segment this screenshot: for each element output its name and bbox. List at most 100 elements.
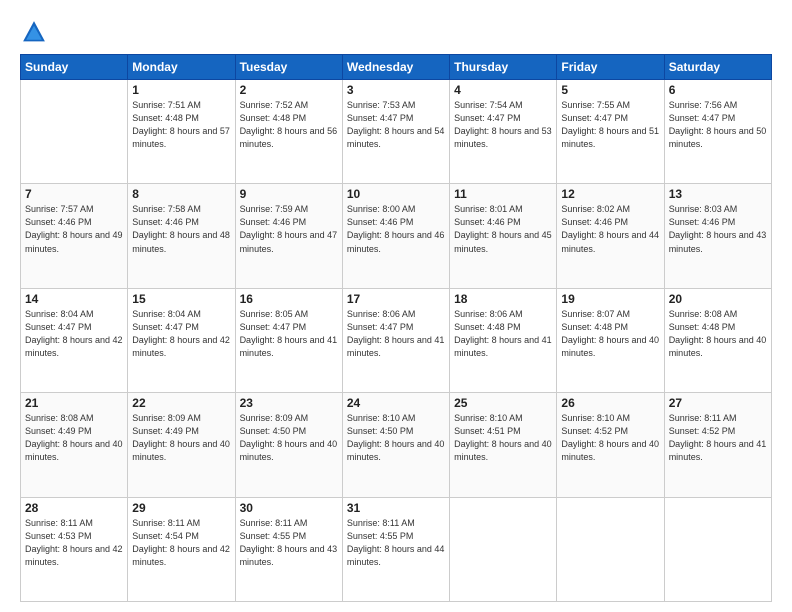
day-number: 9 xyxy=(240,187,338,201)
day-info: Sunrise: 8:09 AMSunset: 4:49 PMDaylight:… xyxy=(132,412,230,464)
day-number: 8 xyxy=(132,187,230,201)
day-cell: 10 Sunrise: 8:00 AMSunset: 4:46 PMDayligh… xyxy=(342,184,449,288)
day-cell: 8 Sunrise: 7:58 AMSunset: 4:46 PMDaylight… xyxy=(128,184,235,288)
day-info: Sunrise: 8:01 AMSunset: 4:46 PMDaylight:… xyxy=(454,203,552,255)
page: SundayMondayTuesdayWednesdayThursdayFrid… xyxy=(0,0,792,612)
day-number: 23 xyxy=(240,396,338,410)
day-number: 26 xyxy=(561,396,659,410)
day-number: 31 xyxy=(347,501,445,515)
day-number: 21 xyxy=(25,396,123,410)
day-number: 28 xyxy=(25,501,123,515)
week-row-1: 1 Sunrise: 7:51 AMSunset: 4:48 PMDaylight… xyxy=(21,80,772,184)
day-info: Sunrise: 7:57 AMSunset: 4:46 PMDaylight:… xyxy=(25,203,123,255)
day-info: Sunrise: 7:51 AMSunset: 4:48 PMDaylight:… xyxy=(132,99,230,151)
col-header-friday: Friday xyxy=(557,55,664,80)
day-info: Sunrise: 8:11 AMSunset: 4:55 PMDaylight:… xyxy=(240,517,338,569)
day-number: 29 xyxy=(132,501,230,515)
day-number: 16 xyxy=(240,292,338,306)
day-number: 12 xyxy=(561,187,659,201)
col-header-wednesday: Wednesday xyxy=(342,55,449,80)
week-row-2: 7 Sunrise: 7:57 AMSunset: 4:46 PMDaylight… xyxy=(21,184,772,288)
day-cell: 11 Sunrise: 8:01 AMSunset: 4:46 PMDayligh… xyxy=(450,184,557,288)
day-number: 6 xyxy=(669,83,767,97)
day-info: Sunrise: 8:02 AMSunset: 4:46 PMDaylight:… xyxy=(561,203,659,255)
day-info: Sunrise: 8:10 AMSunset: 4:50 PMDaylight:… xyxy=(347,412,445,464)
col-header-saturday: Saturday xyxy=(664,55,771,80)
header xyxy=(20,18,772,46)
day-number: 4 xyxy=(454,83,552,97)
day-info: Sunrise: 8:11 AMSunset: 4:52 PMDaylight:… xyxy=(669,412,767,464)
day-info: Sunrise: 8:11 AMSunset: 4:53 PMDaylight:… xyxy=(25,517,123,569)
week-row-4: 21 Sunrise: 8:08 AMSunset: 4:49 PMDayligh… xyxy=(21,393,772,497)
day-info: Sunrise: 8:10 AMSunset: 4:51 PMDaylight:… xyxy=(454,412,552,464)
day-info: Sunrise: 8:04 AMSunset: 4:47 PMDaylight:… xyxy=(132,308,230,360)
day-cell: 25 Sunrise: 8:10 AMSunset: 4:51 PMDayligh… xyxy=(450,393,557,497)
day-cell: 16 Sunrise: 8:05 AMSunset: 4:47 PMDayligh… xyxy=(235,288,342,392)
logo-icon xyxy=(20,18,48,46)
day-cell: 21 Sunrise: 8:08 AMSunset: 4:49 PMDayligh… xyxy=(21,393,128,497)
day-number: 1 xyxy=(132,83,230,97)
day-cell xyxy=(450,497,557,601)
day-info: Sunrise: 8:11 AMSunset: 4:55 PMDaylight:… xyxy=(347,517,445,569)
day-cell: 7 Sunrise: 7:57 AMSunset: 4:46 PMDaylight… xyxy=(21,184,128,288)
day-info: Sunrise: 7:52 AMSunset: 4:48 PMDaylight:… xyxy=(240,99,338,151)
day-cell xyxy=(664,497,771,601)
week-row-5: 28 Sunrise: 8:11 AMSunset: 4:53 PMDayligh… xyxy=(21,497,772,601)
day-info: Sunrise: 8:06 AMSunset: 4:48 PMDaylight:… xyxy=(454,308,552,360)
day-cell: 3 Sunrise: 7:53 AMSunset: 4:47 PMDaylight… xyxy=(342,80,449,184)
day-info: Sunrise: 8:08 AMSunset: 4:49 PMDaylight:… xyxy=(25,412,123,464)
day-cell: 29 Sunrise: 8:11 AMSunset: 4:54 PMDayligh… xyxy=(128,497,235,601)
day-number: 17 xyxy=(347,292,445,306)
day-cell: 30 Sunrise: 8:11 AMSunset: 4:55 PMDayligh… xyxy=(235,497,342,601)
day-cell: 2Sunrise: 7:52 AMSunset: 4:48 PMDaylight… xyxy=(235,80,342,184)
day-number: 11 xyxy=(454,187,552,201)
day-info: Sunrise: 8:10 AMSunset: 4:52 PMDaylight:… xyxy=(561,412,659,464)
day-number: 3 xyxy=(347,83,445,97)
day-cell: 17 Sunrise: 8:06 AMSunset: 4:47 PMDayligh… xyxy=(342,288,449,392)
col-header-sunday: Sunday xyxy=(21,55,128,80)
day-cell: 18 Sunrise: 8:06 AMSunset: 4:48 PMDayligh… xyxy=(450,288,557,392)
day-number: 10 xyxy=(347,187,445,201)
day-cell xyxy=(21,80,128,184)
day-number: 30 xyxy=(240,501,338,515)
week-row-3: 14 Sunrise: 8:04 AMSunset: 4:47 PMDayligh… xyxy=(21,288,772,392)
day-number: 18 xyxy=(454,292,552,306)
day-cell: 4 Sunrise: 7:54 AMSunset: 4:47 PMDaylight… xyxy=(450,80,557,184)
day-info: Sunrise: 7:54 AMSunset: 4:47 PMDaylight:… xyxy=(454,99,552,151)
logo xyxy=(20,18,52,46)
day-info: Sunrise: 8:11 AMSunset: 4:54 PMDaylight:… xyxy=(132,517,230,569)
day-cell: 31 Sunrise: 8:11 AMSunset: 4:55 PMDayligh… xyxy=(342,497,449,601)
day-cell: 23Sunrise: 8:09 AMSunset: 4:50 PMDayligh… xyxy=(235,393,342,497)
col-header-tuesday: Tuesday xyxy=(235,55,342,80)
day-info: Sunrise: 7:58 AMSunset: 4:46 PMDaylight:… xyxy=(132,203,230,255)
calendar-table: SundayMondayTuesdayWednesdayThursdayFrid… xyxy=(20,54,772,602)
day-cell: 13Sunrise: 8:03 AMSunset: 4:46 PMDayligh… xyxy=(664,184,771,288)
day-info: Sunrise: 8:03 AMSunset: 4:46 PMDaylight:… xyxy=(669,203,767,255)
day-info: Sunrise: 8:00 AMSunset: 4:46 PMDaylight:… xyxy=(347,203,445,255)
day-info: Sunrise: 8:04 AMSunset: 4:47 PMDaylight:… xyxy=(25,308,123,360)
day-info: Sunrise: 8:05 AMSunset: 4:47 PMDaylight:… xyxy=(240,308,338,360)
day-cell: 12 Sunrise: 8:02 AMSunset: 4:46 PMDayligh… xyxy=(557,184,664,288)
day-info: Sunrise: 8:08 AMSunset: 4:48 PMDaylight:… xyxy=(669,308,767,360)
day-number: 25 xyxy=(454,396,552,410)
day-info: Sunrise: 8:06 AMSunset: 4:47 PMDaylight:… xyxy=(347,308,445,360)
col-header-thursday: Thursday xyxy=(450,55,557,80)
day-number: 5 xyxy=(561,83,659,97)
col-header-monday: Monday xyxy=(128,55,235,80)
day-info: Sunrise: 7:53 AMSunset: 4:47 PMDaylight:… xyxy=(347,99,445,151)
day-cell: 5 Sunrise: 7:55 AMSunset: 4:47 PMDaylight… xyxy=(557,80,664,184)
day-number: 14 xyxy=(25,292,123,306)
day-info: Sunrise: 7:55 AMSunset: 4:47 PMDaylight:… xyxy=(561,99,659,151)
day-info: Sunrise: 7:56 AMSunset: 4:47 PMDaylight:… xyxy=(669,99,767,151)
day-cell: 24 Sunrise: 8:10 AMSunset: 4:50 PMDayligh… xyxy=(342,393,449,497)
day-cell: 1 Sunrise: 7:51 AMSunset: 4:48 PMDaylight… xyxy=(128,80,235,184)
day-cell: 6 Sunrise: 7:56 AMSunset: 4:47 PMDaylight… xyxy=(664,80,771,184)
day-number: 19 xyxy=(561,292,659,306)
day-number: 24 xyxy=(347,396,445,410)
day-number: 22 xyxy=(132,396,230,410)
day-cell: 27Sunrise: 8:11 AMSunset: 4:52 PMDayligh… xyxy=(664,393,771,497)
day-cell: 9Sunrise: 7:59 AMSunset: 4:46 PMDaylight… xyxy=(235,184,342,288)
day-info: Sunrise: 8:07 AMSunset: 4:48 PMDaylight:… xyxy=(561,308,659,360)
day-number: 15 xyxy=(132,292,230,306)
day-number: 7 xyxy=(25,187,123,201)
